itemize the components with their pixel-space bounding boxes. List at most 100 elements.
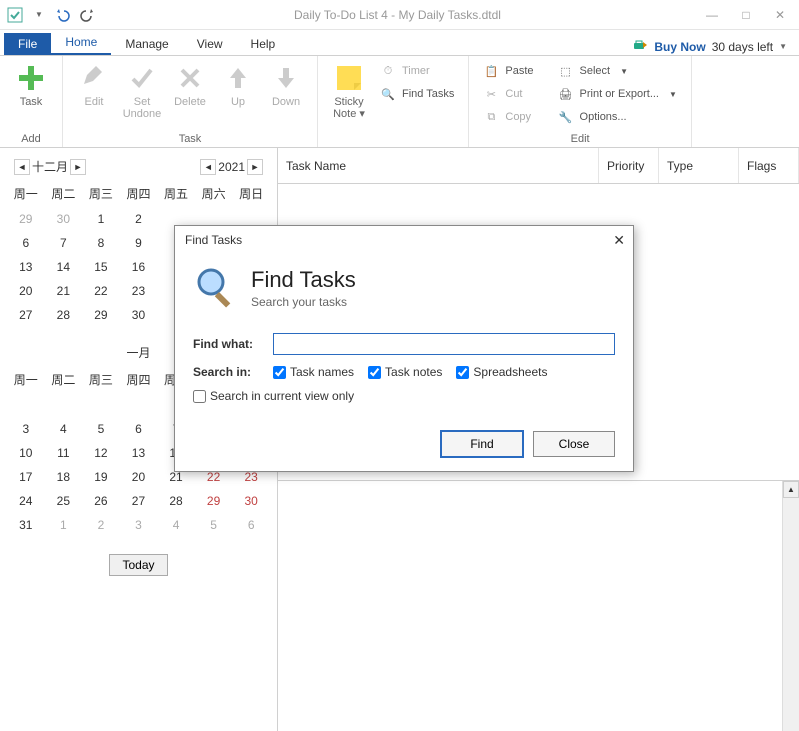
calendar-day[interactable]: 29 [8, 208, 44, 230]
calendar-day[interactable]: 29 [196, 490, 232, 512]
calendar-day[interactable]: 13 [8, 256, 44, 278]
tab-view[interactable]: View [183, 33, 237, 55]
dialog-close-button[interactable]: ✕ [613, 232, 625, 249]
calendar-day[interactable]: 27 [8, 304, 44, 326]
magnifier-icon [193, 264, 237, 311]
set-undone-button[interactable]: Set Undone [119, 60, 165, 122]
timer-button[interactable]: ⏱Timer [374, 60, 460, 82]
calendar-day[interactable]: 20 [121, 466, 157, 488]
task-notes-checkbox[interactable]: Task notes [368, 365, 442, 379]
down-button[interactable]: Down [263, 60, 309, 110]
col-type[interactable]: Type [659, 148, 739, 183]
next-year-button[interactable]: ► [247, 159, 263, 175]
tab-file[interactable]: File [4, 33, 51, 55]
today-button[interactable]: Today [109, 554, 167, 576]
tab-home[interactable]: Home [51, 31, 111, 55]
calendar-day[interactable]: 24 [8, 490, 44, 512]
undo-icon[interactable] [54, 6, 72, 24]
redo-icon[interactable] [78, 6, 96, 24]
calendar-day[interactable]: 3 [8, 418, 44, 440]
find-what-input[interactable] [273, 333, 615, 355]
prev-month-button[interactable]: ◄ [14, 159, 30, 175]
add-task-button[interactable]: Task [8, 60, 54, 110]
calendar-day[interactable]: 3 [121, 514, 157, 536]
cut-button[interactable]: ✂Cut [477, 83, 539, 105]
calendar-day[interactable]: 22 [83, 280, 119, 302]
find-tasks-button[interactable]: 🔍Find Tasks [374, 83, 460, 105]
tab-manage[interactable]: Manage [111, 33, 182, 55]
edit-button[interactable]: Edit [71, 60, 117, 110]
pencil-icon [78, 62, 110, 94]
calendar-day[interactable]: 8 [83, 232, 119, 254]
calendar-day[interactable]: 15 [83, 256, 119, 278]
calendar-day[interactable]: 26 [83, 490, 119, 512]
calendar-day[interactable]: 30 [121, 304, 157, 326]
calendar-day[interactable]: 5 [196, 514, 232, 536]
options-button[interactable]: 🔧Options... [552, 106, 683, 128]
calendar-day[interactable]: 6 [233, 514, 269, 536]
tab-help[interactable]: Help [237, 33, 290, 55]
print-export-button[interactable]: 🖨Print or Export...▼ [552, 83, 683, 105]
calendar-day[interactable]: 11 [46, 442, 82, 464]
calendar-day[interactable]: 19 [83, 466, 119, 488]
calendar-day[interactable]: 17 [8, 466, 44, 488]
calendar-day[interactable]: 14 [46, 256, 82, 278]
buy-now-link[interactable]: Buy Now [654, 40, 705, 54]
calendar-day[interactable]: 13 [121, 442, 157, 464]
calendar-day[interactable]: 10 [8, 442, 44, 464]
delete-button[interactable]: Delete [167, 60, 213, 110]
calendar-day[interactable] [121, 394, 157, 416]
calendar-day[interactable]: 30 [233, 490, 269, 512]
calendar-day[interactable]: 5 [83, 418, 119, 440]
scroll-up-icon[interactable]: ▲ [783, 481, 799, 498]
calendar-day[interactable]: 16 [121, 256, 157, 278]
calendar-day[interactable]: 31 [8, 514, 44, 536]
vertical-scrollbar[interactable]: ▲ [782, 481, 799, 731]
current-view-checkbox[interactable]: Search in current view only [193, 389, 354, 403]
calendar-day[interactable] [83, 394, 119, 416]
close-dialog-button[interactable]: Close [533, 431, 615, 457]
up-button[interactable]: Up [215, 60, 261, 110]
calendar-day[interactable]: 30 [46, 208, 82, 230]
next-month-button[interactable]: ► [70, 159, 86, 175]
calendar-day[interactable]: 12 [83, 442, 119, 464]
select-button[interactable]: ⬚Select▼ [552, 60, 683, 82]
calendar-day[interactable]: 6 [121, 418, 157, 440]
calendar-day[interactable]: 2 [83, 514, 119, 536]
paste-button[interactable]: 📋Paste [477, 60, 539, 82]
calendar-day[interactable]: 1 [46, 514, 82, 536]
col-flags[interactable]: Flags [739, 148, 799, 183]
task-names-checkbox[interactable]: Task names [273, 365, 354, 379]
spreadsheets-checkbox[interactable]: Spreadsheets [456, 365, 547, 379]
calendar-day[interactable]: 6 [8, 232, 44, 254]
close-button[interactable]: ✕ [767, 5, 793, 25]
trial-dropdown-icon[interactable]: ▼ [779, 42, 787, 51]
calendar-day[interactable] [8, 394, 44, 416]
sticky-note-button[interactable]: Sticky Note ▾ [326, 60, 372, 122]
calendar-day[interactable]: 29 [83, 304, 119, 326]
calendar-day[interactable]: 9 [121, 232, 157, 254]
calendar-day[interactable]: 25 [46, 490, 82, 512]
calendar-day[interactable]: 4 [158, 514, 194, 536]
calendar-day[interactable]: 18 [46, 466, 82, 488]
col-task-name[interactable]: Task Name [278, 148, 599, 183]
maximize-button[interactable]: □ [733, 5, 759, 25]
find-button[interactable]: Find [441, 431, 523, 457]
calendar-day[interactable]: 1 [83, 208, 119, 230]
calendar-day[interactable]: 27 [121, 490, 157, 512]
ribbon-group-task: Edit Set Undone Delete Up Down Task [63, 56, 318, 147]
qat-dropdown[interactable]: ▼ [30, 6, 48, 24]
col-priority[interactable]: Priority [599, 148, 659, 183]
minimize-button[interactable]: — [699, 5, 725, 25]
copy-button[interactable]: ⧉Copy [477, 106, 539, 128]
calendar-day[interactable]: 28 [158, 490, 194, 512]
calendar-day[interactable]: 21 [46, 280, 82, 302]
calendar-day[interactable] [46, 394, 82, 416]
calendar-day[interactable]: 28 [46, 304, 82, 326]
prev-year-button[interactable]: ◄ [200, 159, 216, 175]
calendar-day[interactable]: 2 [121, 208, 157, 230]
calendar-day[interactable]: 4 [46, 418, 82, 440]
calendar-day[interactable]: 7 [46, 232, 82, 254]
calendar-day[interactable]: 20 [8, 280, 44, 302]
calendar-day[interactable]: 23 [121, 280, 157, 302]
